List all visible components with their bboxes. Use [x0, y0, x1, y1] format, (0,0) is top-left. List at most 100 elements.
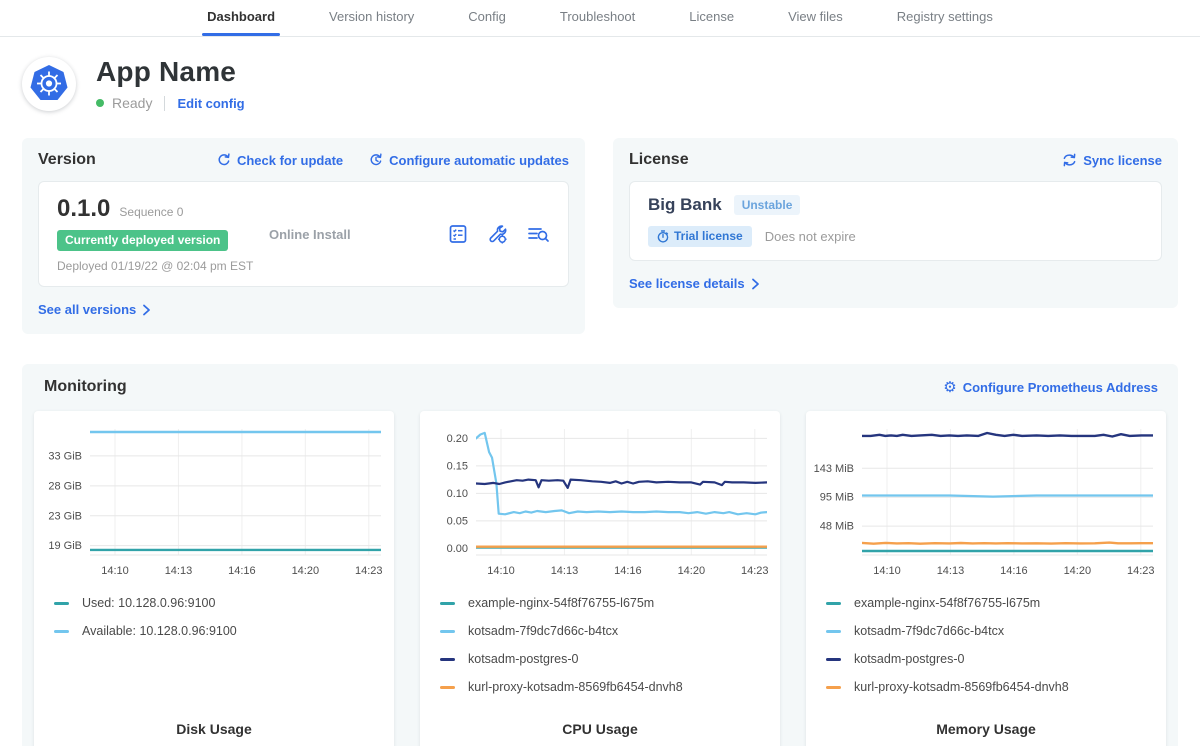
legend-item: Used: 10.128.0.96:9100	[54, 596, 386, 610]
check-for-update-link[interactable]: Check for update	[217, 153, 343, 168]
tab-view-files[interactable]: View files	[761, 0, 870, 36]
stopwatch-icon	[657, 230, 669, 243]
trial-license-badge: Trial license	[648, 226, 752, 247]
tab-config[interactable]: Config	[441, 0, 533, 36]
tab-version-history[interactable]: Version history	[302, 0, 441, 36]
configure-prometheus-link[interactable]: ⚙ Configure Prometheus Address	[943, 380, 1158, 395]
tab-license[interactable]: License	[662, 0, 761, 36]
svg-text:33 GiB: 33 GiB	[48, 450, 82, 462]
legend-color-dash	[440, 630, 455, 633]
legend-color-dash	[826, 602, 841, 605]
divider	[164, 96, 165, 111]
svg-text:0.15: 0.15	[447, 460, 468, 472]
disk-usage-chart-card: 33 GiB28 GiB23 GiB19 GiB14:1014:1314:161…	[34, 411, 394, 746]
see-all-versions-link[interactable]: See all versions	[38, 302, 151, 317]
svg-text:14:13: 14:13	[551, 565, 579, 577]
top-navigation: DashboardVersion historyConfigTroublesho…	[0, 0, 1200, 37]
svg-text:14:20: 14:20	[292, 565, 320, 577]
refresh-icon	[217, 153, 231, 167]
legend-label: kotsadm-7f9dc7d66c-b4tcx	[854, 624, 1004, 638]
install-type-label: Online Install	[269, 227, 351, 242]
legend-color-dash	[54, 630, 69, 633]
edit-config-link[interactable]: Edit config	[177, 96, 244, 111]
legend-label: kotsadm-postgres-0	[468, 652, 578, 666]
cpu-usage-legend: example-nginx-54f8f76755-l675m kotsadm-7f…	[440, 596, 772, 694]
svg-text:14:23: 14:23	[355, 565, 383, 577]
legend-color-dash	[826, 658, 841, 661]
legend-item: Available: 10.128.0.96:9100	[54, 624, 386, 638]
page-title: App Name	[96, 56, 245, 88]
config-wrench-icon[interactable]	[486, 223, 509, 245]
svg-text:23 GiB: 23 GiB	[48, 510, 82, 522]
legend-item: kotsadm-7f9dc7d66c-b4tcx	[440, 624, 772, 638]
gear-icon: ⚙	[943, 380, 956, 395]
svg-text:14:23: 14:23	[1127, 565, 1155, 577]
sync-icon	[1062, 153, 1077, 167]
monitoring-title: Monitoring	[44, 378, 127, 396]
status-text: Ready	[112, 95, 152, 111]
svg-text:0.05: 0.05	[447, 515, 468, 527]
legend-label: kurl-proxy-kotsadm-8569fb6454-dnvh8	[468, 680, 683, 694]
legend-label: kotsadm-postgres-0	[854, 652, 964, 666]
svg-text:14:23: 14:23	[741, 565, 769, 577]
svg-text:0.00: 0.00	[447, 543, 468, 555]
license-card-title: License	[629, 151, 689, 169]
svg-text:0.10: 0.10	[447, 488, 468, 500]
see-license-details-link[interactable]: See license details	[629, 276, 760, 291]
memory-usage-chart: 143 MiB95 MiB48 MiB14:1014:1314:1614:201…	[814, 421, 1158, 581]
svg-text:95 MiB: 95 MiB	[820, 492, 854, 504]
legend-item: kurl-proxy-kotsadm-8569fb6454-dnvh8	[826, 680, 1158, 694]
version-card: Version Check for update Configure autom…	[22, 138, 585, 334]
legend-item: example-nginx-54f8f76755-l675m	[826, 596, 1158, 610]
tab-troubleshoot[interactable]: Troubleshoot	[533, 0, 662, 36]
license-name: Big Bank	[648, 195, 722, 215]
legend-color-dash	[826, 686, 841, 689]
legend-color-dash	[826, 630, 841, 633]
legend-color-dash	[440, 602, 455, 605]
tab-dashboard[interactable]: Dashboard	[180, 0, 302, 36]
svg-text:14:20: 14:20	[1064, 565, 1092, 577]
chart-title: CPU Usage	[428, 721, 772, 741]
legend-label: kotsadm-7f9dc7d66c-b4tcx	[468, 624, 618, 638]
legend-item: kotsadm-postgres-0	[826, 652, 1158, 666]
update-schedule-icon	[369, 153, 383, 167]
cpu-usage-chart: 0.200.150.100.050.0014:1014:1314:1614:20…	[428, 421, 772, 581]
status-dot	[96, 99, 104, 107]
svg-text:19 GiB: 19 GiB	[48, 540, 82, 552]
svg-text:14:10: 14:10	[101, 565, 129, 577]
version-card-title: Version	[38, 151, 96, 169]
svg-text:14:10: 14:10	[487, 565, 515, 577]
license-expiry: Does not expire	[765, 229, 856, 244]
disk-usage-legend: Used: 10.128.0.96:9100 Available: 10.128.…	[54, 596, 386, 638]
chevron-right-icon	[142, 304, 151, 316]
legend-item: example-nginx-54f8f76755-l675m	[440, 596, 772, 610]
chevron-right-icon	[751, 278, 760, 290]
svg-text:14:20: 14:20	[678, 565, 706, 577]
legend-label: example-nginx-54f8f76755-l675m	[468, 596, 654, 610]
legend-item: kotsadm-7f9dc7d66c-b4tcx	[826, 624, 1158, 638]
svg-text:0.20: 0.20	[447, 433, 468, 445]
app-header: App Name Ready Edit config	[22, 56, 1176, 111]
license-card: License Sync license Big Bank Unstable T…	[613, 138, 1178, 308]
memory-usage-chart-card: 143 MiB95 MiB48 MiB14:1014:1314:1614:201…	[806, 411, 1166, 746]
configure-automatic-updates-link[interactable]: Configure automatic updates	[369, 153, 569, 168]
svg-text:14:16: 14:16	[228, 565, 256, 577]
svg-text:14:13: 14:13	[937, 565, 965, 577]
svg-text:14:10: 14:10	[873, 565, 901, 577]
deploy-logs-icon[interactable]	[526, 223, 550, 245]
kubernetes-logo-icon	[22, 57, 76, 111]
legend-color-dash	[440, 686, 455, 689]
tab-registry-settings[interactable]: Registry settings	[870, 0, 1020, 36]
memory-usage-legend: example-nginx-54f8f76755-l675m kotsadm-7f…	[826, 596, 1158, 694]
cpu-usage-chart-card: 0.200.150.100.050.0014:1014:1314:1614:20…	[420, 411, 780, 746]
disk-usage-chart: 33 GiB28 GiB23 GiB19 GiB14:1014:1314:161…	[42, 421, 386, 581]
svg-text:48 MiB: 48 MiB	[820, 521, 854, 533]
legend-color-dash	[54, 602, 69, 605]
preflight-checks-icon[interactable]	[447, 223, 469, 245]
legend-label: kurl-proxy-kotsadm-8569fb6454-dnvh8	[854, 680, 1069, 694]
sequence-label: Sequence 0	[119, 205, 183, 219]
legend-color-dash	[440, 658, 455, 661]
legend-item: kurl-proxy-kotsadm-8569fb6454-dnvh8	[440, 680, 772, 694]
chart-title: Memory Usage	[814, 721, 1158, 741]
sync-license-link[interactable]: Sync license	[1062, 153, 1162, 168]
